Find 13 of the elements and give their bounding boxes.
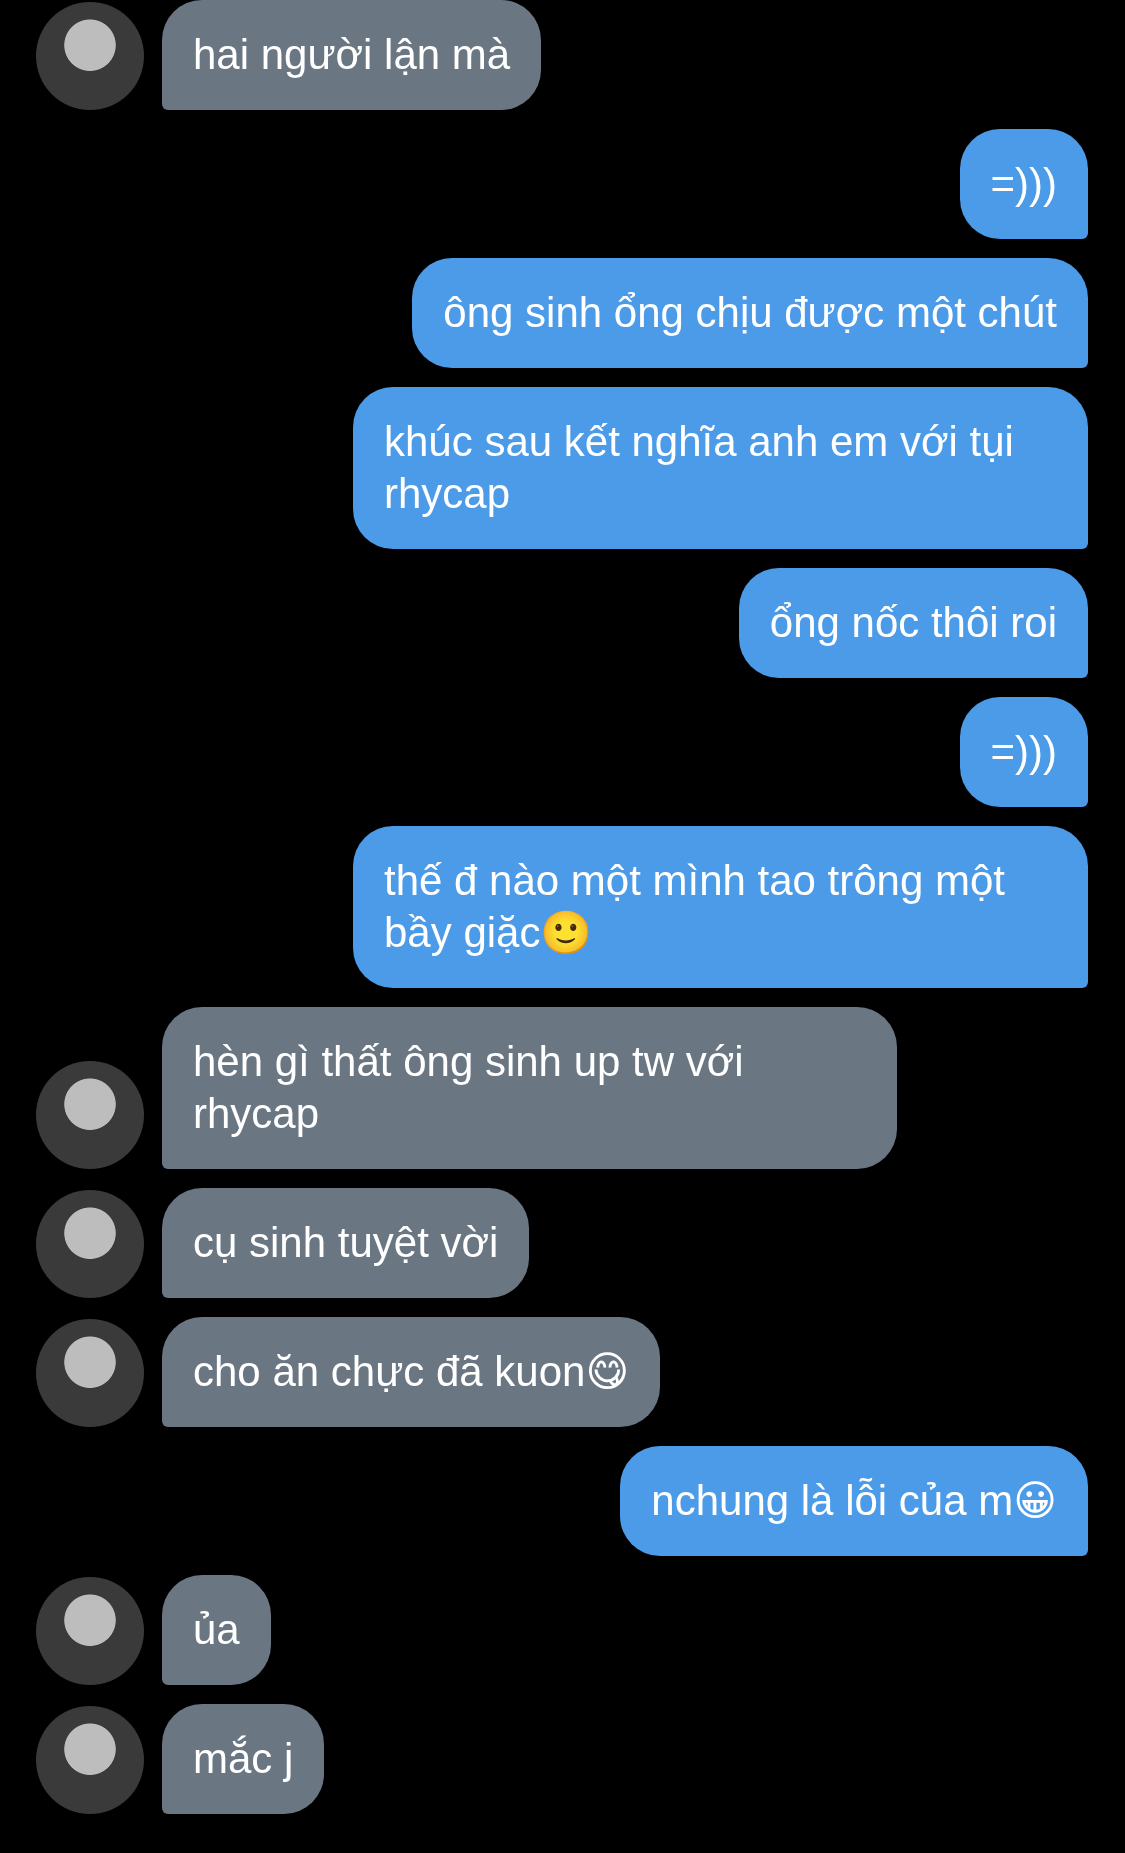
sent-message-bubble: khúc sau kết nghĩa anh em với tụi rhycap: [353, 387, 1088, 549]
received-message-bubble: mắc j: [162, 1704, 325, 1814]
sent-message-bubble: =))): [959, 697, 1088, 807]
sent-message-bubble: nchung là lỗi của m😀: [620, 1446, 1088, 1556]
sent-message-bubble: thế đ nào một mình tao trông một bầy giặc🙂: [353, 826, 1088, 988]
sent-message-bubble: ông sinh ổng chịu được một chút: [412, 258, 1088, 368]
received-message-bubble: hai người lận mà: [162, 0, 542, 110]
received-message-bubble: hèn gì thất ông sinh up tw với rhycap: [162, 1007, 897, 1169]
received-message-bubble: ủa: [162, 1575, 271, 1685]
sent-message-bubble: =))): [959, 129, 1088, 239]
sent-message-bubble: ổng nốc thôi roi: [738, 568, 1088, 678]
received-message-bubble: cụ sinh tuyệt vời: [162, 1188, 530, 1298]
received-message-bubble: cho ăn chực đã kuon😋: [162, 1317, 661, 1427]
